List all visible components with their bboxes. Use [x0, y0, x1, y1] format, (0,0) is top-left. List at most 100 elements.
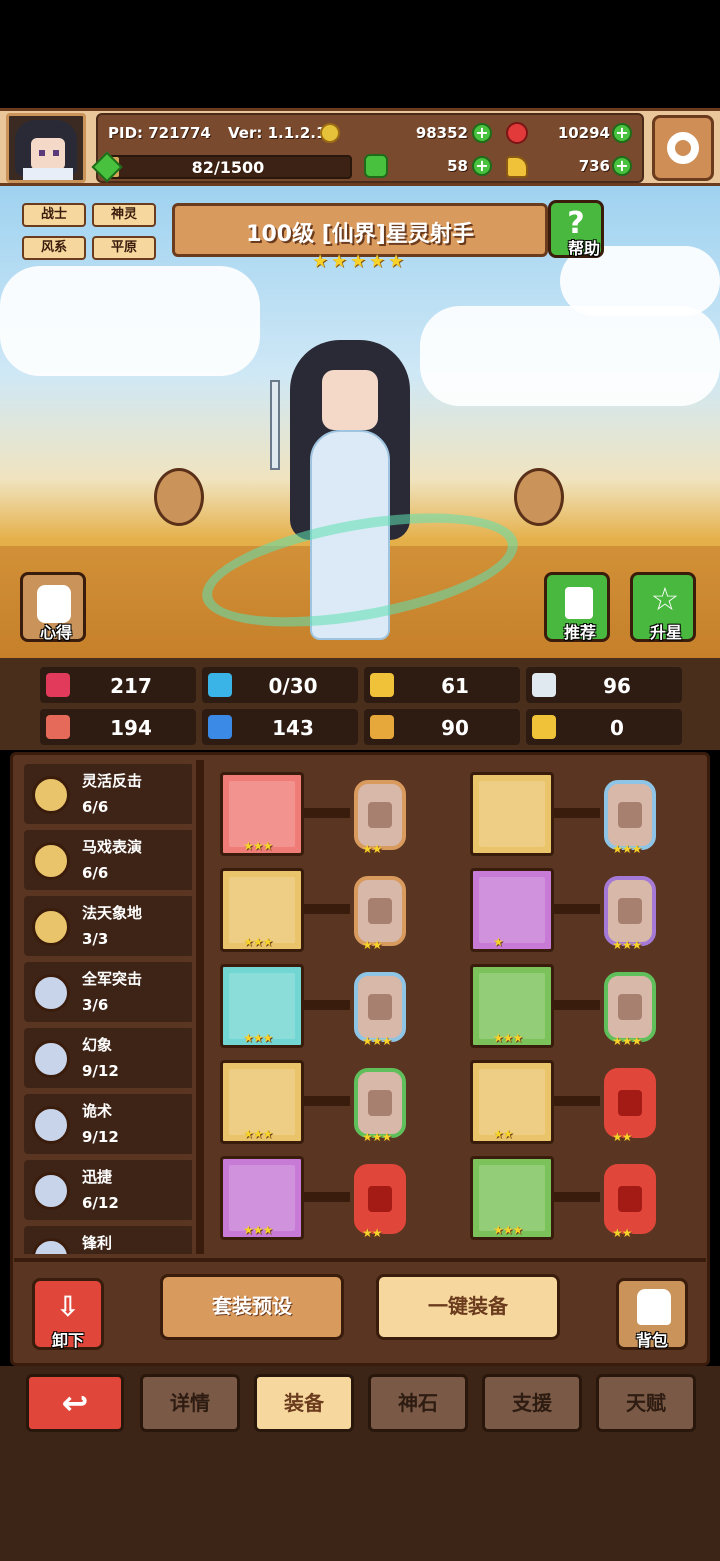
tab-2[interactable]: 神石	[368, 1374, 468, 1432]
crossed-swords-icon	[229, 877, 295, 943]
insight-button[interactable]: 心得	[20, 572, 86, 642]
item-stars: ★★	[493, 1127, 513, 1141]
necklace-icon	[229, 973, 295, 1039]
right-rune-icon[interactable]	[514, 468, 564, 526]
helmet-icon	[479, 781, 545, 847]
rune-stars: ★★	[612, 1226, 632, 1240]
rune-stars: ★★★	[612, 842, 642, 856]
tab-1[interactable]: 装备	[254, 1374, 354, 1432]
rune-socket[interactable]: ★★★	[354, 1068, 406, 1144]
xp-value: 82/1500	[191, 158, 265, 177]
set-bonus-item[interactable]: 灵活反击 6/6	[24, 764, 192, 824]
tab-0[interactable]: 详情	[140, 1374, 240, 1432]
star-icon: ★	[312, 251, 329, 272]
set-preset-button[interactable]: 套装预设	[160, 1274, 344, 1340]
set-count: 6/6	[82, 798, 109, 816]
equipment-slot[interactable]: ★★★	[220, 868, 304, 952]
thumbs-up-icon	[565, 587, 593, 619]
ruby-icon	[506, 122, 528, 144]
set-bonus-item[interactable]: 诡术 9/12	[24, 1094, 192, 1154]
set-bonus-item[interactable]: 锋利	[24, 1226, 192, 1254]
equipment-slot[interactable]: ★★★	[470, 1156, 554, 1240]
stat-cell: 194	[40, 709, 196, 745]
rune-stars: ★★★	[612, 1034, 642, 1048]
equipment-slot[interactable]: ★★★	[220, 772, 304, 856]
star-rating: ★ ★ ★ ★ ★	[312, 251, 412, 274]
rune-socket[interactable]: ★★	[604, 1068, 656, 1144]
rune-stars: ★★★	[362, 1130, 392, 1144]
gem-amount: 10294	[557, 124, 610, 142]
equipment-slot[interactable]: ★★★	[470, 964, 554, 1048]
equipment-slot[interactable]: ★★★	[220, 1156, 304, 1240]
race-tag: 神灵	[92, 203, 156, 227]
rune-socket[interactable]: ★★	[354, 1164, 406, 1240]
character-title: 100级 [仙界]星灵射手	[246, 222, 474, 247]
unequip-button[interactable]: ⇩ 卸下	[32, 1278, 104, 1350]
set-bonus-item[interactable]: 法天象地 3/3	[24, 896, 192, 956]
avatar-eye	[53, 150, 59, 156]
upgrade-star-button[interactable]: ☆ 升星	[630, 572, 696, 642]
terrain-tag: 平原	[92, 236, 156, 260]
stat-cell: 61	[364, 667, 520, 703]
book-icon	[208, 715, 232, 739]
rune-socket[interactable]: ★★★	[354, 972, 406, 1048]
add-clover-button[interactable]: +	[472, 156, 492, 176]
horseshoe-icon	[532, 715, 556, 739]
equipment-slot[interactable]: ★	[470, 868, 554, 952]
avatar[interactable]	[6, 113, 86, 183]
ring-icon	[229, 1165, 295, 1231]
stat-cell: 0/30	[202, 667, 358, 703]
socket-link	[304, 1192, 350, 1202]
socket-link	[304, 1000, 350, 1010]
cloud	[0, 266, 260, 376]
back-button[interactable]: ↩	[26, 1374, 124, 1432]
set-name: 迅捷	[82, 1168, 113, 1186]
set-bonus-item[interactable]: 迅捷 6/12	[24, 1160, 192, 1220]
tab-4[interactable]: 天赋	[596, 1374, 696, 1432]
backpack-icon	[637, 1289, 671, 1325]
add-horn-button[interactable]: +	[612, 156, 632, 176]
equipment-slot[interactable]	[470, 772, 554, 856]
item-stars: ★★★	[493, 1031, 523, 1045]
set-bonus-item[interactable]: 马戏表演 6/6	[24, 830, 192, 890]
rune-socket[interactable]: ★★	[354, 876, 406, 952]
rune-icon	[618, 1090, 642, 1116]
stat-cell: 0	[526, 709, 682, 745]
rune-icon	[618, 898, 642, 924]
settings-button[interactable]	[652, 115, 714, 181]
set-count: 9/12	[82, 1128, 119, 1146]
rune-socket[interactable]: ★★	[354, 780, 406, 856]
equipment-slot[interactable]: ★★★	[220, 1060, 304, 1144]
down-arrow-icon: ⇩	[56, 1290, 80, 1323]
tab-3[interactable]: 支援	[482, 1374, 582, 1432]
set-emblem-icon	[32, 1106, 70, 1144]
rune-socket[interactable]: ★★★	[604, 780, 656, 856]
set-bonus-item[interactable]: 全军突击 3/6	[24, 962, 192, 1022]
rune-socket[interactable]: ★★★	[604, 876, 656, 952]
rune-socket[interactable]: ★★	[604, 1164, 656, 1240]
recommend-button[interactable]: 推荐	[544, 572, 610, 642]
socket-link	[554, 808, 600, 818]
left-rune-icon[interactable]	[154, 468, 204, 526]
add-gem-button[interactable]: +	[612, 123, 632, 143]
rune-stars: ★★★	[612, 938, 642, 952]
rune-icon	[368, 1186, 392, 1212]
help-button[interactable]: ? 帮助	[548, 200, 604, 258]
equipment-slot[interactable]: ★★★	[220, 964, 304, 1048]
coin-icon	[320, 123, 340, 143]
set-bonus-item[interactable]: 幻象 9/12	[24, 1028, 192, 1088]
add-gold-button[interactable]: +	[472, 123, 492, 143]
bag-button[interactable]: 背包	[616, 1278, 688, 1350]
bracer-icon	[479, 973, 545, 1039]
action-divider	[14, 1258, 706, 1262]
character-title-bar: 100级 [仙界]星灵射手	[172, 203, 548, 257]
star-icon: ★	[369, 251, 386, 272]
set-bonus-list[interactable]: 灵活反击 6/6 马戏表演 6/6 法天象地 3/3 全军突击 3/6 幻象 9/12 诡术 9/12…	[14, 760, 192, 1254]
equipment-slot[interactable]: ★★	[470, 1060, 554, 1144]
star-icon: ★	[350, 251, 367, 272]
set-name: 马戏表演	[82, 838, 143, 856]
rune-socket[interactable]: ★★★	[604, 972, 656, 1048]
star-upgrade-icon: ☆	[650, 580, 680, 618]
rune-icon	[618, 802, 642, 828]
auto-equip-button[interactable]: 一键装备	[376, 1274, 560, 1340]
